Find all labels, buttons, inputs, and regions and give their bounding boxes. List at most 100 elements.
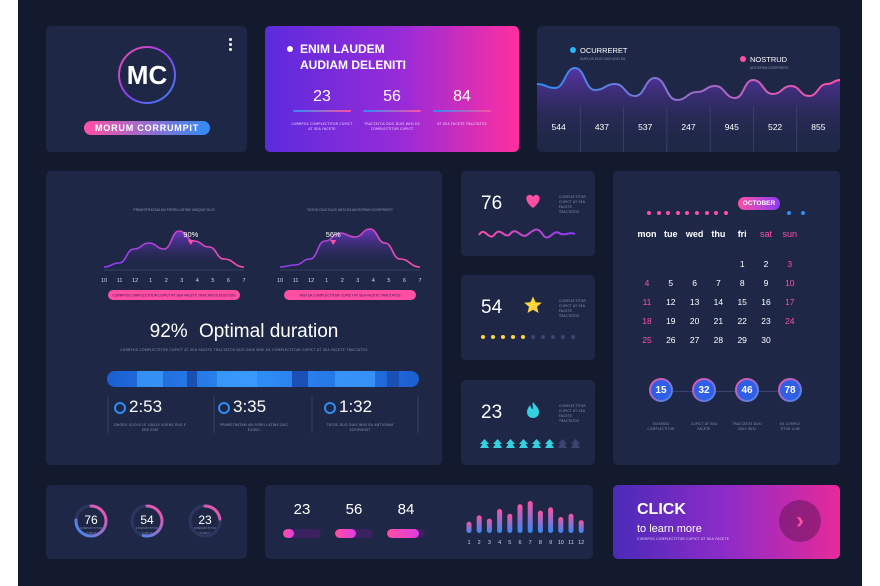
calendar-day[interactable]: 2 [754, 259, 778, 269]
rating-dot [531, 335, 535, 339]
progress-track[interactable] [335, 529, 373, 538]
calendar-day[interactable]: 30 [754, 335, 778, 345]
calendar-day[interactable]: 29 [730, 335, 754, 345]
calendar-day[interactable]: 21 [706, 316, 730, 326]
hill-caption: CURRPOS COMPLECTITUR CUPICT AT SEA FACET… [113, 294, 237, 298]
summary-stat-caption: AT SEA FACETE TRACTATOS [437, 122, 487, 126]
cta-arrow-button[interactable]: › [779, 500, 821, 542]
hill-peak-label: 56% [326, 230, 341, 239]
histogram-bar [486, 518, 492, 533]
mini-card-value: 23 [481, 402, 503, 423]
calendar-day[interactable]: 13 [683, 297, 707, 307]
avatar[interactable]: MC [118, 46, 176, 104]
calendar-day[interactable]: 26 [659, 335, 683, 345]
wave-value: 247 [681, 122, 695, 132]
histogram-label: 11 [568, 540, 574, 546]
calendar-day[interactable]: 4 [635, 278, 659, 288]
profile-name: MORUM CORRUMPIT [95, 123, 199, 133]
mini-card-star[interactable]: 54 CONPLECTITUR CUPICT AT SEA FACETE TRAC… [461, 275, 595, 360]
mini-card-text: CONPLECTITUR CUPICT AT SEA FACETE TRACTA… [559, 299, 586, 318]
calendar-day[interactable]: 22 [730, 316, 754, 326]
calendar-day[interactable]: 24 [778, 316, 802, 326]
calendar-day[interactable]: 11 [635, 297, 659, 307]
hill-tick: 4 [196, 278, 199, 284]
rating-dot [571, 335, 575, 339]
progress-track[interactable] [283, 529, 321, 538]
histogram-bar [517, 504, 523, 533]
cta-panel[interactable]: CLICK to learn more CURRPOS COMPLECTITUR… [613, 485, 840, 559]
histogram-label: 1 [467, 540, 470, 546]
weekday-label: sat [759, 229, 772, 239]
clock-ring-icon [114, 402, 126, 414]
stat-badge-caption: CUPICT AT SEA FACETE [690, 422, 718, 431]
progress-track[interactable] [387, 529, 425, 538]
more-menu-icon[interactable] [229, 38, 233, 54]
progress-ring[interactable]: 23 CONPLECTITUR CUPICT [186, 502, 224, 540]
weekday-label: wed [685, 229, 704, 239]
calendar-day[interactable]: 28 [706, 335, 730, 345]
calendar-day[interactable]: 3 [778, 259, 802, 269]
duration-headline: 92% Optimal duration [46, 321, 442, 343]
progress-fill [387, 529, 419, 538]
histogram-bar [527, 501, 533, 533]
calendar-day[interactable]: 12 [659, 297, 683, 307]
progress-ring[interactable]: 76 CONPLECTITUR CUPICT [72, 502, 110, 540]
stat-badge[interactable]: 78 [778, 378, 802, 402]
calendar-day[interactable]: 9 [754, 278, 778, 288]
progress-ring-value: 23 [198, 513, 212, 527]
calendar-day[interactable]: 27 [683, 335, 707, 345]
calendar-day[interactable]: 6 [683, 278, 707, 288]
tree-icon [571, 436, 580, 448]
calendar-day[interactable]: 5 [659, 278, 683, 288]
calendar-day[interactable]: 10 [778, 278, 802, 288]
calendar-day[interactable]: 17 [778, 297, 802, 307]
stat-badge-caption: TRACTATOS DUO DUIS WISI [732, 422, 762, 431]
calendar-day[interactable]: 16 [754, 297, 778, 307]
summary-stat-caption: TRACTATOS DUO DUIS WISI EA COMPLECTITUR … [364, 122, 420, 131]
progress-ring-caption: CONPLECTITUR CUPICT [193, 527, 217, 535]
calendar-day[interactable]: 23 [754, 316, 778, 326]
calendar-day[interactable]: 1 [730, 259, 754, 269]
histogram-bar [568, 513, 574, 533]
rating-dot [491, 335, 495, 339]
histogram-label: 4 [498, 540, 501, 546]
duration-time-value: 1:32 [339, 397, 373, 416]
histogram-bar [466, 521, 472, 533]
hill-tick: 12 [132, 278, 138, 284]
calendar-day[interactable]: 18 [635, 316, 659, 326]
histogram-label: 3 [488, 540, 491, 546]
hill-tick: 10 [101, 278, 107, 284]
profile-name-badge: MORUM CORRUMPIT [84, 121, 210, 135]
month-dots-right [787, 202, 806, 220]
tree-icon [493, 436, 502, 448]
histogram-label: 7 [529, 540, 532, 546]
duration-timeline-bar[interactable] [107, 371, 419, 387]
mini-card-heart[interactable]: 76 CONPLECTITUR CUPICT AT SEA FACETE TRAC… [461, 171, 595, 256]
hill-title: PRIMISTRATAM AN FERRI LATINE UBIQUE DUO [133, 208, 214, 212]
stat-badge[interactable]: 46 [735, 378, 759, 402]
mini-card-flame[interactable]: 23 CONPLECTITUR CUPICT AT SEA FACETE TRAC… [461, 380, 595, 465]
summary-stat-value: 23 [313, 88, 331, 105]
month-pill[interactable]: OCTOBER [738, 197, 780, 210]
calendar-day[interactable]: 15 [730, 297, 754, 307]
legend-dot [570, 47, 576, 53]
histogram-label: 5 [508, 540, 511, 546]
rating-dot [481, 335, 485, 339]
calendar-day[interactable]: 19 [659, 316, 683, 326]
progress-ring[interactable]: 54 CONPLECTITUR CUPICT [128, 502, 166, 540]
calendar-day[interactable]: 7 [706, 278, 730, 288]
histogram-label: 12 [578, 540, 584, 546]
clock-ring-icon [324, 402, 336, 414]
calendar-day[interactable]: 14 [706, 297, 730, 307]
month-dot [723, 211, 728, 215]
summary-stat-bar [293, 110, 351, 112]
calendar-day[interactable]: 8 [730, 278, 754, 288]
calendar-day[interactable]: 20 [683, 316, 707, 326]
stat-badge[interactable]: 32 [692, 378, 716, 402]
progress-fill [283, 529, 295, 538]
stat-badge[interactable]: 15 [649, 378, 673, 402]
summary-stat-value: 84 [453, 88, 471, 105]
hill-tick: 4 [372, 278, 375, 284]
tree-icon [519, 436, 528, 448]
calendar-day[interactable]: 25 [635, 335, 659, 345]
